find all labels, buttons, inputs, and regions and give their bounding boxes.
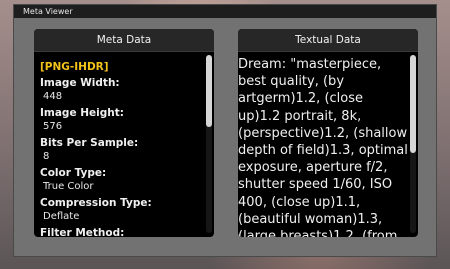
meta-value: 8 — [43, 151, 50, 162]
meta-key: Image Height: — [40, 107, 124, 119]
meta-field: Compression Type: Deflate — [40, 196, 204, 224]
meta-field: Color Type: True Color — [40, 166, 204, 194]
textual-data-area[interactable]: Dream: "masterpiece, best quality, (by a… — [238, 52, 408, 237]
textual-data-header: Textual Data — [238, 29, 418, 52]
textual-data-panel: Textual Data Dream: "masterpiece, best q… — [238, 29, 418, 237]
meta-key: Image Width: — [40, 77, 120, 89]
meta-field: Filter Method: — [40, 226, 204, 237]
textual-data-scroll-thumb[interactable] — [410, 55, 416, 153]
meta-key: Filter Method: — [40, 227, 125, 237]
textual-data-scrollbar[interactable] — [410, 55, 416, 233]
window-title: Meta Viewer — [23, 7, 73, 16]
meta-data-header: Meta Data — [34, 29, 214, 52]
meta-value: Deflate — [43, 211, 80, 222]
meta-key: Compression Type: — [40, 197, 152, 209]
meta-field: Image Height: 576 — [40, 106, 204, 134]
section-title: [PNG-IHDR] — [40, 61, 109, 73]
meta-data-panel: Meta Data [PNG-IHDR] Image Width: 448 Im… — [34, 29, 214, 237]
meta-key: Color Type: — [40, 167, 107, 179]
meta-data-scroll-thumb[interactable] — [206, 55, 212, 127]
meta-value: True Color — [43, 181, 94, 192]
meta-key: Bits Per Sample: — [40, 137, 139, 149]
meta-field: Bits Per Sample: 8 — [40, 136, 204, 164]
meta-data-list[interactable]: [PNG-IHDR] Image Width: 448 Image Height… — [34, 52, 204, 237]
meta-field: Image Width: 448 — [40, 76, 204, 104]
meta-data-scrollbar[interactable] — [206, 55, 212, 233]
window-titlebar[interactable]: Meta Viewer — [14, 5, 436, 18]
meta-viewer-window: Meta Viewer Meta Data [PNG-IHDR] Image W… — [14, 5, 436, 256]
meta-value: 448 — [43, 91, 63, 102]
meta-value: 576 — [43, 121, 63, 132]
textual-data-text: Dream: "masterpiece, best quality, (by a… — [238, 57, 408, 237]
